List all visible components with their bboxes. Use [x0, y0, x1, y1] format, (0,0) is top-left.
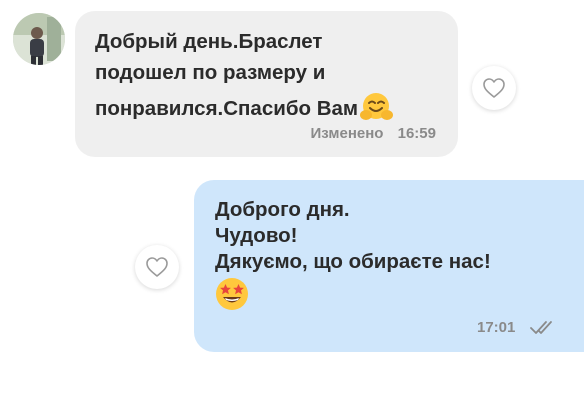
heart-icon	[146, 257, 168, 277]
message-text-line: Чудово!	[215, 224, 298, 247]
message-time: 17:01	[477, 319, 516, 336]
hugging-face-emoji	[360, 92, 394, 128]
incoming-message-bubble[interactable]: Добрый день.Браслет подошел по размеру и…	[75, 11, 458, 157]
message-text-span: понравился.Спасибо Вам	[95, 97, 359, 120]
outgoing-message-bubble[interactable]: Доброго дня. Чудово! Дякуємо, що обираєт…	[194, 180, 584, 352]
incoming-message-meta: Изменено 16:59	[311, 125, 436, 142]
double-check-icon	[530, 320, 556, 341]
message-text-line: Добрый день.Браслет	[95, 30, 323, 53]
heart-icon	[483, 78, 505, 98]
message-text-line: Дякуємо, що обираєте нас!	[215, 250, 491, 273]
avatar[interactable]	[13, 13, 65, 65]
avatar-photo-icon	[13, 13, 65, 65]
edited-label: Изменено	[310, 125, 384, 142]
like-button[interactable]	[135, 245, 179, 289]
message-text-line: понравился.Спасибо Вам	[95, 92, 394, 128]
message-time: 16:59	[397, 125, 436, 142]
like-button[interactable]	[472, 66, 516, 110]
chat-screen: Добрый день.Браслет подошел по размеру и…	[0, 0, 584, 415]
star-struck-emoji	[214, 276, 250, 317]
message-text-line: Доброго дня.	[215, 198, 350, 221]
message-text-line: подошел по размеру и	[95, 61, 326, 84]
